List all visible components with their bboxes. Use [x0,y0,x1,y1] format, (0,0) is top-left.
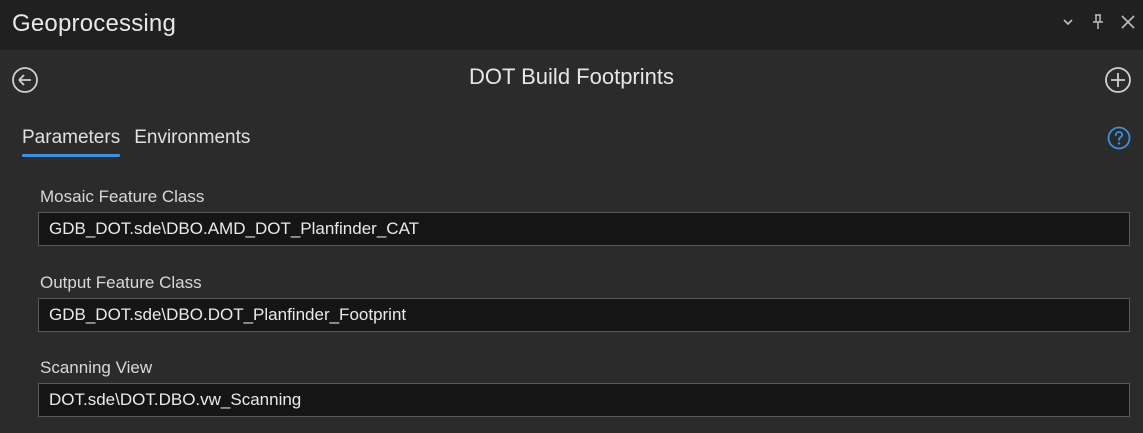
param-label: Mosaic Feature Class [40,187,205,206]
pane-title-bar: Geoprocessing [0,0,1143,50]
tool-title: DOT Build Footprints [468,64,674,89]
geoprocessing-pane: Geoprocessing DOT Build Footprints Param… [0,0,1143,433]
pin-icon[interactable] [1089,12,1107,32]
tool-tabs: Parameters Environments [22,127,250,157]
tab-environments[interactable]: Environments [134,127,250,157]
tool-header: DOT Build Footprints [0,50,1143,110]
help-icon[interactable] [1107,126,1131,150]
param-label: Scanning View [40,358,153,377]
tab-parameters[interactable]: Parameters [22,127,121,157]
pane-controls [1059,12,1137,32]
param-label: Output Feature Class [40,273,202,292]
add-icon[interactable] [1103,65,1133,95]
pane-title: Geoprocessing [12,10,177,37]
param-scanning-view: Scanning View [38,357,1130,417]
mosaic-feature-class-input[interactable] [38,212,1130,246]
param-mosaic-feature-class: Mosaic Feature Class [38,186,1130,246]
scanning-view-input[interactable] [38,383,1130,417]
chevron-down-icon[interactable] [1059,12,1077,32]
param-output-feature-class: Output Feature Class [38,272,1130,332]
output-feature-class-input[interactable] [38,298,1130,332]
close-icon[interactable] [1119,12,1137,32]
